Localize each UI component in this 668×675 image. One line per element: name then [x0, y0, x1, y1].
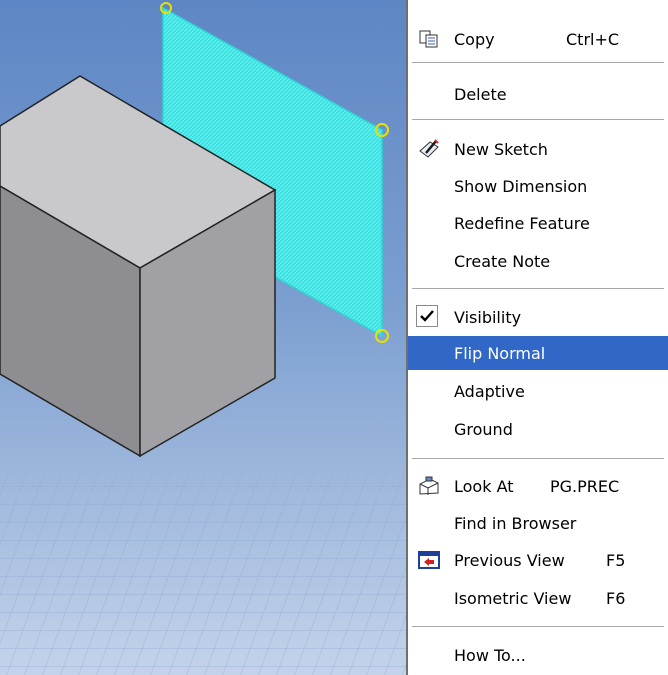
menu-item-copy[interactable]: Copy Ctrl+C [408, 22, 668, 56]
menu-item-look-at[interactable]: Look At PG.PREC [408, 469, 668, 503]
menu-item-flip-normal[interactable]: Flip Normal [408, 336, 668, 370]
menu-item-shortcut: F5 [606, 550, 626, 570]
menu-item-show-dimension[interactable]: Show Dimension [408, 169, 668, 203]
menu-item-shortcut: F6 [606, 588, 626, 608]
menu-separator [412, 626, 664, 628]
menu-item-label: Create Note [454, 251, 551, 271]
menu-item-label: Delete [454, 84, 507, 104]
menu-separator [412, 288, 664, 290]
menu-item-label: New Sketch [454, 139, 548, 159]
menu-item-ground[interactable]: Ground [408, 412, 668, 446]
menu-item-previous-view[interactable]: Previous View F5 [408, 543, 668, 577]
copy-icon [418, 28, 440, 50]
new-sketch-icon [418, 138, 440, 160]
menu-item-label: Redefine Feature [454, 213, 590, 233]
menu-item-isometric-view[interactable]: Isometric View F6 [408, 581, 668, 615]
menu-item-label: Show Dimension [454, 176, 588, 196]
3d-viewport[interactable] [0, 0, 406, 675]
menu-item-label: Adaptive [454, 381, 525, 401]
menu-item-label: Isometric View [454, 588, 572, 608]
menu-item-label: Copy [454, 29, 495, 49]
menu-item-visibility[interactable]: Visibility [408, 300, 668, 334]
menu-item-how-to[interactable]: How To... [408, 638, 668, 672]
menu-item-delete[interactable]: Delete [408, 77, 668, 111]
menu-separator [412, 458, 664, 460]
previous-view-icon [418, 549, 440, 571]
ground-grid [0, 470, 406, 675]
menu-item-label: Look At [454, 476, 514, 496]
menu-item-new-sketch[interactable]: New Sketch [408, 132, 668, 166]
menu-item-redefine-feature[interactable]: Redefine Feature [408, 206, 668, 240]
menu-separator [412, 62, 664, 64]
menu-item-create-note[interactable]: Create Note [408, 244, 668, 278]
menu-item-label: Find in Browser [454, 513, 577, 533]
menu-item-label: Ground [454, 419, 513, 439]
menu-item-shortcut: Ctrl+C [566, 29, 620, 49]
look-at-icon [418, 475, 440, 497]
menu-item-shortcut: PG.PREC [550, 476, 620, 496]
menu-item-label: How To... [454, 645, 526, 665]
context-menu: Copy Ctrl+C Delete New Sketch Show Dimen… [406, 0, 668, 675]
menu-item-find-in-browser[interactable]: Find in Browser [408, 506, 668, 540]
menu-item-label: Visibility [454, 307, 522, 327]
menu-separator [412, 119, 664, 121]
checkmark-icon [416, 305, 438, 327]
menu-item-label: Previous View [454, 550, 565, 570]
menu-item-label: Flip Normal [454, 343, 546, 363]
menu-item-adaptive[interactable]: Adaptive [408, 374, 668, 408]
viewport-scene [0, 2, 406, 675]
